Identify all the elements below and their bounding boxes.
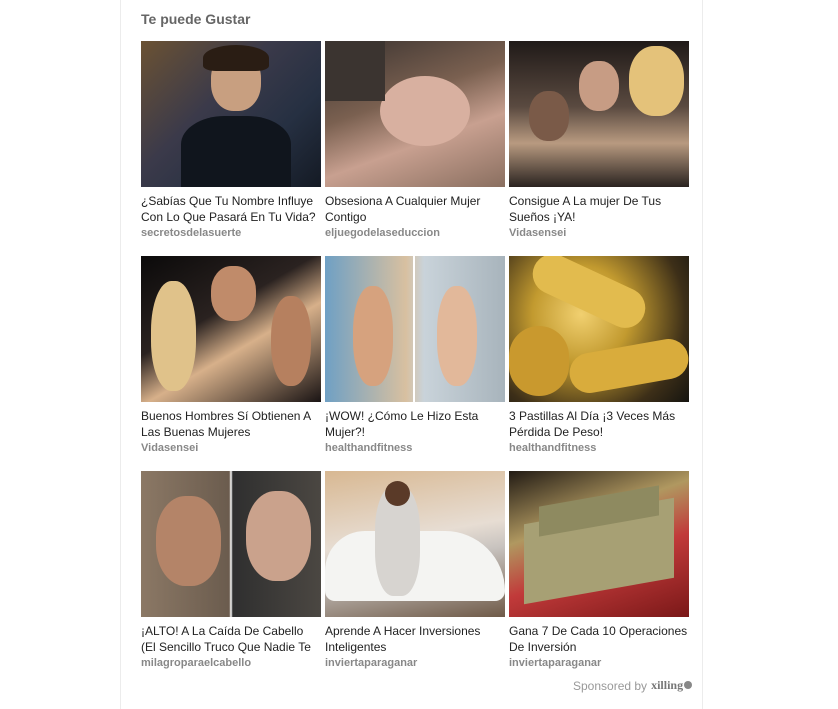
card-source: healthandfitness xyxy=(325,442,413,454)
card-title[interactable]: Buenos Hombres Sí Obtienen A Las Buenas … xyxy=(141,408,321,440)
card-title[interactable]: ¡WOW! ¿Cómo Le Hizo Esta Mujer?! xyxy=(325,408,505,440)
widget-heading: Te puede Gustar xyxy=(141,11,251,27)
card-source: inviertaparaganar xyxy=(509,657,602,669)
card-thumbnail[interactable] xyxy=(325,471,505,617)
card-source: inviertaparaganar xyxy=(325,657,418,669)
recommendation-card[interactable]: Gana 7 De Cada 10 Operaciones De Inversi… xyxy=(509,471,689,686)
recommendation-card[interactable]: Aprende A Hacer Inversiones Inteligentes… xyxy=(325,471,505,686)
card-thumbnail[interactable] xyxy=(509,41,689,187)
recommendation-grid: ¿Sabías Que Tu Nombre Influye Con Lo Que… xyxy=(141,41,689,686)
recommendation-card[interactable]: ¿Sabías Que Tu Nombre Influye Con Lo Que… xyxy=(141,41,321,256)
card-source: eljuegodelaseduccion xyxy=(325,227,440,239)
card-title[interactable]: 3 Pastillas Al Día ¡3 Veces Más Pérdida … xyxy=(509,408,689,440)
card-thumbnail[interactable] xyxy=(325,41,505,187)
card-thumbnail[interactable] xyxy=(141,471,321,617)
recommendation-card[interactable]: ¡ALTO! A La Caída De Cabello (El Sencill… xyxy=(141,471,321,686)
sponsor-dot-icon xyxy=(684,681,693,689)
sponsored-label: Sponsored by xyxy=(573,678,648,693)
card-thumbnail[interactable] xyxy=(141,41,321,187)
recommendation-card[interactable]: ¡WOW! ¿Cómo Le Hizo Esta Mujer?! healtha… xyxy=(325,256,505,471)
card-thumbnail[interactable] xyxy=(509,256,689,402)
card-source: Vidasensei xyxy=(141,442,199,454)
recommendation-card[interactable]: Buenos Hombres Sí Obtienen A Las Buenas … xyxy=(141,256,321,471)
card-thumbnail[interactable] xyxy=(509,471,689,617)
sponsor-brand-logo[interactable]: xilling xyxy=(651,678,693,693)
card-source: milagroparaelcabello xyxy=(141,657,252,669)
card-thumbnail[interactable] xyxy=(325,256,505,402)
card-title[interactable]: Gana 7 De Cada 10 Operaciones De Inversi… xyxy=(509,623,689,655)
recommendation-card[interactable]: Obsesiona A Cualquier Mujer Contigo elju… xyxy=(325,41,505,256)
card-thumbnail[interactable] xyxy=(141,256,321,402)
card-title[interactable]: ¡ALTO! A La Caída De Cabello (El Sencill… xyxy=(141,623,321,655)
recommendation-card[interactable]: Consigue A La mujer De Tus Sueños ¡YA! V… xyxy=(509,41,689,256)
card-title[interactable]: ¿Sabías Que Tu Nombre Influye Con Lo Que… xyxy=(141,193,321,225)
card-title[interactable]: Consigue A La mujer De Tus Sueños ¡YA! xyxy=(509,193,689,225)
card-title[interactable]: Aprende A Hacer Inversiones Inteligentes xyxy=(325,623,505,655)
card-title[interactable]: Obsesiona A Cualquier Mujer Contigo xyxy=(325,193,505,225)
recommendation-card[interactable]: 3 Pastillas Al Día ¡3 Veces Más Pérdida … xyxy=(509,256,689,471)
card-source: secretosdelasuerte xyxy=(141,227,242,239)
card-source: Vidasensei xyxy=(509,227,567,239)
card-source: healthandfitness xyxy=(509,442,597,454)
sponsored-by[interactable]: Sponsored by xilling xyxy=(573,678,693,693)
sponsor-brand-name: xilling xyxy=(651,678,684,692)
